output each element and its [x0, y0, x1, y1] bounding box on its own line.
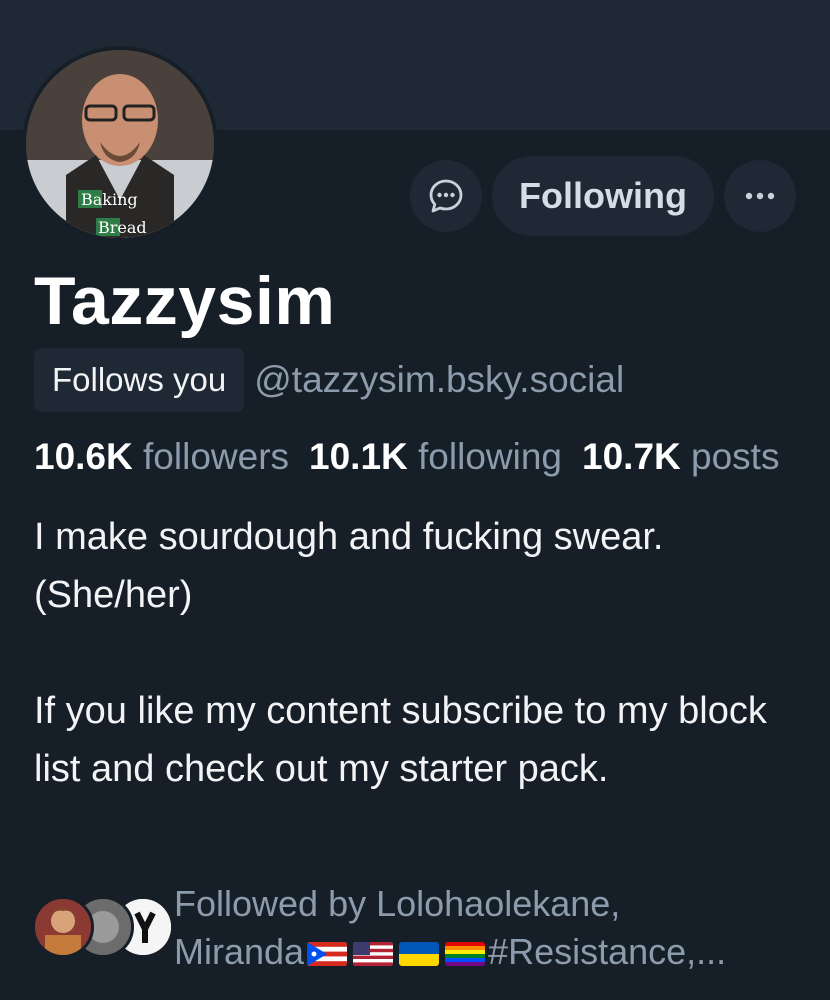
- avatar-caption-2: Bread: [98, 218, 147, 237]
- followed-by-line2: Miranda #Resistance,...: [174, 928, 824, 976]
- more-options-button[interactable]: [724, 160, 796, 232]
- bio-paragraph: If you like my content subscribe to my b…: [34, 690, 767, 790]
- follows-you-badge: Follows you: [34, 348, 245, 412]
- user-handle: @tazzysim.bsky.social: [254, 359, 625, 400]
- following-count: 10.1K: [309, 436, 408, 477]
- profile-stats: 10.6K followers 10.1K following 10.7K post…: [34, 432, 830, 482]
- message-button[interactable]: [410, 160, 483, 232]
- handle-row: Follows you @tazzysim.bsky.social: [34, 348, 624, 412]
- bio-line: I make sourdough and fucking swear.: [34, 516, 664, 558]
- following-button[interactable]: Following: [492, 156, 714, 236]
- avatar-caption-1: Baking: [81, 190, 138, 209]
- following-button-label: Following: [519, 175, 687, 216]
- followers-label: followers: [143, 436, 290, 477]
- avatar-image: Baking Bread: [26, 50, 214, 238]
- posts-count: 10.7K: [582, 436, 681, 477]
- follower-avatar-image: [35, 899, 91, 955]
- followed-by-section[interactable]: Followed by Lolohaolekane, Miranda #Resis…: [32, 880, 822, 980]
- message-bubble-icon: [429, 179, 463, 213]
- more-dots-icon: [745, 192, 775, 200]
- display-name: Tazzysim: [34, 263, 336, 339]
- bio-line: (She/her): [34, 574, 193, 616]
- following-stat[interactable]: 10.1K following: [309, 436, 582, 477]
- follows-you-label: Follows you: [52, 361, 227, 398]
- following-label: following: [418, 436, 563, 477]
- followed-by-line1: Followed by Lolohaolekane,: [174, 883, 621, 924]
- ukraine-flag-icon: [399, 942, 440, 967]
- followers-stat[interactable]: 10.6K followers: [34, 436, 309, 477]
- followed-by-suffix: #Resistance,...: [488, 931, 727, 972]
- followed-by-name: Miranda: [174, 931, 305, 972]
- followers-count: 10.6K: [34, 436, 133, 477]
- avatar[interactable]: Baking Bread: [22, 46, 218, 242]
- profile-bio: I make sourdough and fucking swear. (She…: [34, 508, 794, 798]
- followed-by-text: Followed by Lolohaolekane, Miranda #Resis…: [174, 880, 824, 976]
- profile-actions: Following: [410, 156, 796, 236]
- follower-avatar: [32, 896, 94, 958]
- puerto-rico-flag-icon: [307, 942, 348, 967]
- posts-label: posts: [691, 436, 780, 477]
- us-flag-icon: [353, 942, 394, 967]
- rainbow-flag-icon: [445, 942, 486, 967]
- posts-stat: 10.7K posts: [582, 436, 799, 477]
